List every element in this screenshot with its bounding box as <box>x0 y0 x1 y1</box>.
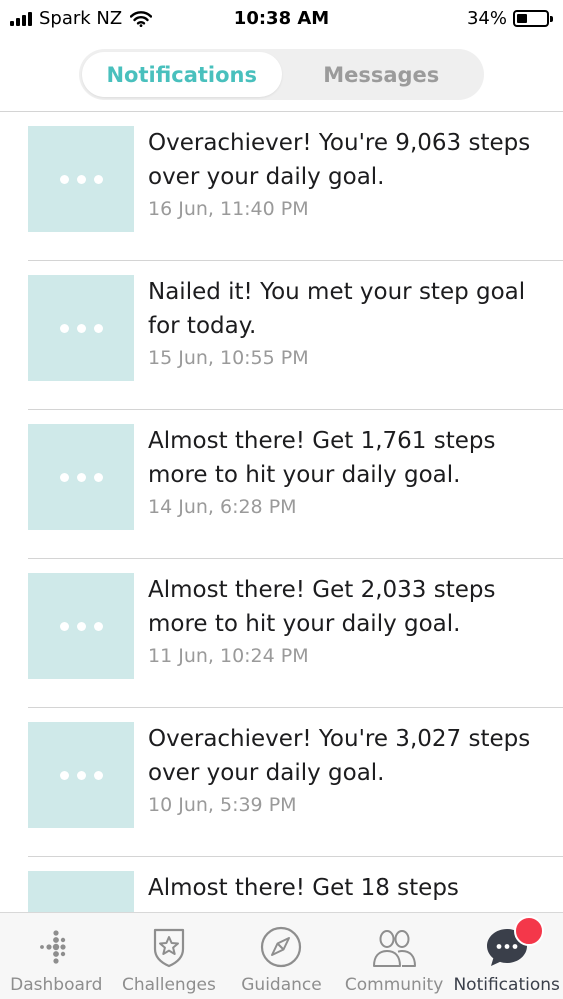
notification-thumbnail <box>28 722 134 828</box>
notification-title: Overachiever! You're 9,063 steps over yo… <box>148 130 531 190</box>
notifications-messages-switch: Notifications Messages <box>79 49 484 100</box>
notification-time: 15 Jun, 10:55 PM <box>148 347 309 369</box>
ellipsis-dot <box>59 323 69 333</box>
notification-title: Overachiever! You're 3,027 steps over yo… <box>148 726 531 786</box>
challenges-badge-icon <box>153 928 184 968</box>
battery-level <box>517 14 527 23</box>
battery-percent: 34% <box>466 8 507 29</box>
tab-community[interactable]: Community <box>338 913 451 999</box>
tab-label: Challenges <box>121 975 216 995</box>
notification-item[interactable]: Almost there! Get 1,761 steps more to hi… <box>0 410 563 559</box>
notification-thumbnail <box>28 424 134 530</box>
notification-thumbnail <box>28 275 134 381</box>
notification-badge <box>514 916 545 946</box>
notification-thumbnail <box>28 871 134 912</box>
battery-icon <box>513 10 549 27</box>
status-right: 34% <box>467 8 553 29</box>
notification-text: Overachiever! You're 9,063 steps over yo… <box>148 126 548 222</box>
notification-item[interactable]: Almost there! Get 18 steps <box>0 857 563 912</box>
ellipsis-dot <box>76 472 86 482</box>
notification-title: Almost there! Get 1,761 steps more to hi… <box>148 428 496 488</box>
ellipsis-dot <box>93 174 103 184</box>
tab-label: Dashboard <box>10 975 103 995</box>
tab-notifications-bar[interactable]: Notifications <box>450 913 563 999</box>
tab-label: Guidance <box>241 975 322 995</box>
tab-label: Community <box>344 975 444 995</box>
ellipsis-dot <box>93 472 103 482</box>
ellipsis-dot <box>93 621 103 631</box>
ellipsis-dot <box>59 770 69 780</box>
notification-title: Almost there! Get 2,033 steps more to hi… <box>148 577 496 637</box>
notification-thumbnail <box>28 126 134 232</box>
notification-text: Nailed it! You met your step goal for to… <box>148 275 548 371</box>
ellipsis-dot <box>76 174 86 184</box>
tab-challenges[interactable]: Challenges <box>113 913 226 999</box>
notification-text: Almost there! Get 18 steps <box>148 871 548 907</box>
tab-guidance[interactable]: Guidance <box>225 913 338 999</box>
notification-item[interactable]: Overachiever! You're 3,027 steps over yo… <box>0 708 563 857</box>
notification-text: Almost there! Get 2,033 steps more to hi… <box>148 573 548 669</box>
notification-thumbnail <box>28 573 134 679</box>
ellipsis-dot <box>59 174 69 184</box>
ellipsis-dot <box>59 472 69 482</box>
tab-messages[interactable]: Messages <box>282 52 482 97</box>
notification-item[interactable]: Almost there! Get 2,033 steps more to hi… <box>0 559 563 708</box>
notification-title: Nailed it! You met your step goal for to… <box>148 279 526 339</box>
notification-item[interactable]: Overachiever! You're 9,063 steps over yo… <box>0 112 563 261</box>
community-people-icon <box>373 930 417 967</box>
notification-time: 10 Jun, 5:39 PM <box>148 794 297 816</box>
dashboard-dots-icon <box>40 930 66 964</box>
notification-text: Overachiever! You're 3,027 steps over yo… <box>148 722 548 818</box>
notification-title: Almost there! Get 18 steps <box>148 875 459 901</box>
ellipsis-dot <box>76 621 86 631</box>
notification-time: 11 Jun, 10:24 PM <box>148 645 309 667</box>
battery-cap <box>550 15 553 22</box>
compass-icon <box>261 926 302 968</box>
notification-text: Almost there! Get 1,761 steps more to hi… <box>148 424 548 520</box>
tab-notifications[interactable]: Notifications <box>82 52 282 97</box>
ellipsis-dot <box>93 770 103 780</box>
ellipsis-dot <box>76 323 86 333</box>
notification-item[interactable]: Nailed it! You met your step goal for to… <box>0 261 563 410</box>
ellipsis-dot <box>59 621 69 631</box>
notifications-list[interactable]: Overachiever! You're 9,063 steps over yo… <box>0 112 563 912</box>
tab-label: Notifications <box>453 975 560 995</box>
notification-time: 14 Jun, 6:28 PM <box>148 496 297 518</box>
tab-bar: Dashboard Challenges Guidance Community <box>0 912 563 999</box>
ellipsis-dot <box>93 323 103 333</box>
tab-dashboard[interactable]: Dashboard <box>0 913 113 999</box>
status-bar: Spark NZ 10:38 AM 34% <box>0 0 563 38</box>
notification-time: 16 Jun, 11:40 PM <box>148 198 309 220</box>
ellipsis-dot <box>76 770 86 780</box>
